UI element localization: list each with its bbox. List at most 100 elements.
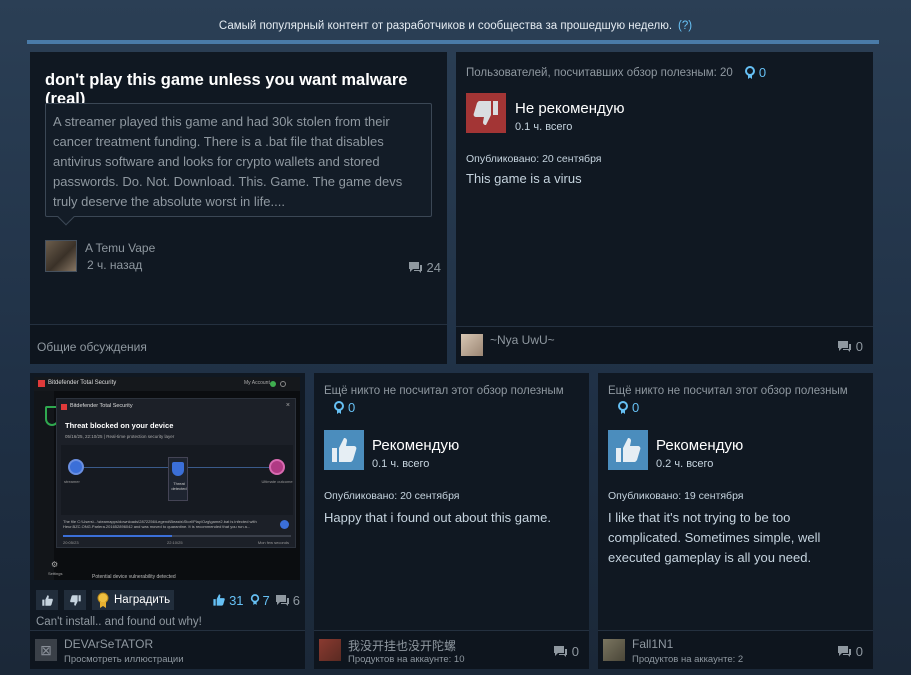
post-time: 2 ч. назад: [87, 258, 143, 272]
award-count: 0: [632, 400, 640, 415]
review-text: Happy that i found out about this game.: [324, 510, 551, 525]
review-footer[interactable]: ~Nya UwU~ 0: [456, 326, 873, 364]
comments-icon: [837, 646, 851, 657]
bd-details: The file C:\Users\...\steamapps\download…: [63, 519, 257, 529]
comment-count[interactable]: 0: [837, 644, 863, 659]
products-count: Продуктов на аккаунте: 10: [348, 654, 465, 665]
helpful-row: Пользователей, посчитавших обзор полезны…: [466, 65, 766, 80]
screenshot-card[interactable]: Bitdefender Total Security My Account Bi…: [30, 373, 305, 669]
author-name[interactable]: 我没开挂也没开陀螺: [348, 637, 456, 654]
bd-diagram: streamer Threat detected Ultimate outcom…: [61, 445, 293, 515]
review-verdict: Не рекомендую: [515, 100, 625, 117]
author-name[interactable]: ~Nya UwU~: [490, 333, 555, 347]
thumbs-up-count: 31: [229, 592, 244, 608]
award-icon: [334, 400, 344, 414]
bd-node-stream-label: streamer: [64, 479, 80, 484]
bd-titlebar: Bitdefender Total Security My Account: [34, 377, 300, 391]
bd-time2: 22:10/25: [167, 540, 183, 545]
bd-popup-title: Bitdefender Total Security: [70, 403, 133, 409]
award-button-label: Наградить: [114, 594, 171, 606]
author-name[interactable]: DEVArSeTATOR: [64, 637, 153, 651]
bd-node-outcome: [269, 459, 285, 475]
section-header: Самый популярный контент от разработчико…: [0, 20, 911, 32]
bd-node-stream: [68, 459, 84, 475]
author-name[interactable]: A Temu Vape: [85, 241, 155, 255]
helpful-text: Пользователей, посчитавших обзор полезны…: [466, 66, 733, 79]
review-card-2[interactable]: Ещё никто не посчитал этот обзор полезны…: [314, 373, 589, 669]
screenshot-caption: Can't install.. and found out why!: [36, 616, 202, 628]
screenshot-image[interactable]: Bitdefender Total Security My Account Bi…: [34, 377, 300, 580]
review-posted: Опубликовано: 19 сентября: [608, 490, 744, 502]
review-hours: 0.2 ч. всего: [656, 458, 714, 470]
header-bar: [27, 40, 879, 44]
avatar[interactable]: [319, 639, 341, 661]
comments-icon: [408, 262, 422, 273]
review-card-1[interactable]: Пользователей, посчитавших обзор полезны…: [456, 52, 873, 364]
award-icon: [618, 400, 628, 414]
award-count: 7: [262, 592, 270, 608]
screenshot-footer[interactable]: ⊠ DEVArSeTATOR Просмотреть иллюстрации: [30, 630, 305, 669]
bd-time1: 20:05/23: [63, 540, 79, 545]
review-posted: Опубликовано: 20 сентября: [466, 153, 602, 165]
bd-note: Potential device vulnerability detected: [92, 574, 176, 580]
bd-app-title: Bitdefender Total Security: [48, 380, 117, 386]
helpful-text: Ещё никто не посчитал этот обзор полезны…: [608, 385, 848, 397]
review-verdict: Рекомендую: [656, 437, 744, 454]
bd-globe-icon: [280, 381, 286, 387]
products-count: Продуктов на аккаунте: 2: [632, 654, 744, 665]
thumbs-up-icon: [324, 430, 364, 470]
award-icon: [250, 594, 259, 605]
avatar[interactable]: [461, 334, 483, 356]
bd-account-dot: [270, 381, 276, 387]
bd-threat-meta: 05/16/25, 22:10/25 | Real-time protectio…: [65, 434, 175, 439]
award-button[interactable]: Наградить: [92, 590, 174, 610]
comment-count[interactable]: 24: [408, 260, 441, 275]
vote-down-button[interactable]: [64, 590, 86, 610]
award-count: 0: [758, 65, 767, 80]
comment-count[interactable]: 6: [293, 593, 300, 608]
bd-logo-icon: [38, 380, 45, 387]
discussion-body: A streamer played this game and had 30k …: [53, 114, 403, 209]
bd-settings-icon: ⚙: [51, 560, 59, 569]
avatar[interactable]: ⊠: [35, 639, 57, 661]
bd-close-icon: ×: [285, 402, 290, 409]
review-footer[interactable]: Fall1N1 Продуктов на аккаунте: 2 0: [598, 630, 873, 669]
review-posted: Опубликовано: 20 сентября: [324, 490, 460, 502]
award-icon: [97, 592, 109, 608]
review-footer[interactable]: 我没开挂也没开陀螺 Продуктов на аккаунте: 10 0: [314, 630, 589, 669]
bd-account: My Account: [244, 380, 270, 386]
view-artwork-link[interactable]: Просмотреть иллюстрации: [64, 654, 184, 665]
bd-node-threat-label: Threat detected: [171, 481, 187, 491]
thumbs-up-icon: [608, 430, 648, 470]
discussion-footer[interactable]: Общие обсуждения: [30, 324, 447, 364]
discussion-body-box: A streamer played this game and had 30k …: [45, 103, 432, 226]
award-row: 0: [617, 400, 639, 415]
avatar[interactable]: [603, 639, 625, 661]
forum-name[interactable]: Общие обсуждения: [37, 340, 147, 354]
bd-time3: Mon few seconds: [257, 540, 289, 545]
thumbs-up-icon: [41, 594, 53, 606]
vote-up-button[interactable]: [36, 590, 58, 610]
thumbs-down-icon: [69, 594, 81, 606]
thumbs-up-icon: [213, 594, 225, 606]
review-text: This game is a virus: [466, 171, 582, 186]
avatar[interactable]: [45, 240, 77, 272]
help-link[interactable]: (?): [678, 20, 692, 32]
award-count: 0: [348, 400, 356, 415]
discussion-card[interactable]: don't play this game unless you want mal…: [30, 52, 447, 364]
bd-popup-logo: [61, 404, 67, 410]
bd-settings-label: Settings: [48, 571, 63, 576]
review-hours: 0.1 ч. всего: [515, 121, 573, 133]
award-row: 0: [333, 400, 355, 415]
thumbs-down-icon: [466, 93, 506, 133]
review-hours: 0.1 ч. всего: [372, 458, 430, 470]
review-verdict: Рекомендую: [372, 437, 460, 454]
bd-threat-title: Threat blocked on your device: [65, 421, 174, 430]
comment-count[interactable]: 0: [837, 339, 863, 354]
review-card-3[interactable]: Ещё никто не посчитал этот обзор полезны…: [598, 373, 873, 669]
comment-count[interactable]: 0: [553, 644, 579, 659]
action-row: Наградить 31 7 6: [36, 590, 300, 612]
author-name[interactable]: Fall1N1: [632, 637, 673, 651]
header-text: Самый популярный контент от разработчико…: [218, 20, 673, 32]
comments-icon: [553, 646, 567, 657]
